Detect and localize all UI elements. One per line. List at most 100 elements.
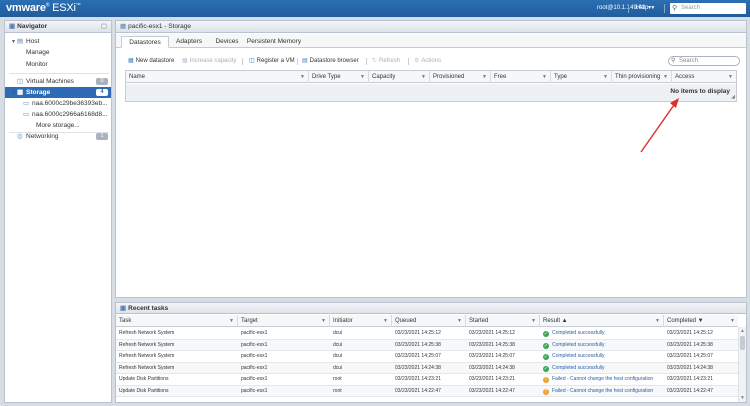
datastore-search-input[interactable]: ⚲ Search <box>668 56 740 66</box>
search-placeholder: Search <box>681 5 701 11</box>
cell-initiator: dcui <box>333 341 343 348</box>
sidebar-item-label: Virtual Machines <box>26 78 74 85</box>
column-header-initiator[interactable]: Initiator ▼ <box>330 315 392 327</box>
sidebar-item-label: Networking <box>26 133 59 140</box>
sidebar-item-label: Manage <box>26 49 50 56</box>
cell-target: pacific-esx1 <box>241 376 268 382</box>
chevron-down-icon[interactable]: ▼ <box>321 315 326 327</box>
new-datastore-button[interactable]: ▦ New datastore <box>128 56 174 66</box>
column-label: Result ▲ <box>543 318 568 324</box>
cell-initiator: dcui <box>333 364 343 371</box>
actions-button[interactable]: ⚙ Actions <box>414 56 441 66</box>
column-header-drive-type[interactable]: Drive Type ▼ <box>309 71 369 83</box>
column-header-task[interactable]: Task ▼ <box>116 315 238 327</box>
chevron-down-icon[interactable]: ▼ <box>482 71 487 83</box>
chevron-down-icon[interactable]: ▼ <box>728 71 733 83</box>
chevron-down-icon[interactable]: ▼ <box>655 315 660 327</box>
top-header: vmware® ESXi™ root@10.1.149.41 ▼ Help ▼ ⚲ S… <box>0 0 750 17</box>
table-row[interactable]: Update Disk Partitions pacific-esx1 root 03… <box>116 385 738 397</box>
sidebar-item-host[interactable]: ▼▤ Host <box>5 36 111 47</box>
button-label: Increase capacity <box>189 58 237 64</box>
cell-queued: 03/23/2021 14:25:07 <box>395 353 441 359</box>
scroll-down-icon[interactable]: ▼ <box>740 395 745 401</box>
storage-panel: ▦ pacific-esx1 - Storage Datastores Adapt… <box>115 20 747 298</box>
column-label: Initiator <box>333 318 353 324</box>
collapse-icon[interactable]: ▢ <box>101 21 107 33</box>
chevron-down-icon[interactable]: ▼ <box>663 71 668 83</box>
column-header-free[interactable]: Free ▼ <box>491 71 551 83</box>
help-menu[interactable]: Help ▼ <box>636 5 655 11</box>
sidebar-item-monitor[interactable]: Monitor <box>5 59 111 70</box>
host-icon: ▤ <box>17 38 24 45</box>
global-search-input[interactable]: ⚲ Search <box>670 3 746 14</box>
cell-completed: 03/23/2021 14:22:47 <box>667 387 713 394</box>
chevron-down-icon[interactable]: ▼ <box>603 71 608 83</box>
chevron-down-icon[interactable]: ▼ <box>300 71 305 83</box>
table-row[interactable]: Refresh Network System pacific-esx1 dcui 03… <box>116 328 738 340</box>
cell-task: Refresh Network System <box>119 364 175 371</box>
column-header-target[interactable]: Target ▼ <box>238 315 330 327</box>
search-placeholder: Search <box>679 58 699 64</box>
column-label: Completed ▼ <box>667 318 704 324</box>
sidebar-item-storage[interactable]: ▼▦ Storage 4 <box>5 87 111 98</box>
tasks-scrollbar[interactable]: ▲ ▼ <box>738 327 746 402</box>
cell-queued: 03/23/2021 14:25:38 <box>395 341 441 348</box>
cell-task: Refresh Network System <box>119 353 175 359</box>
search-icon: ⚲ <box>672 5 678 12</box>
column-header-started[interactable]: Started ▼ <box>466 315 540 327</box>
vmware-esxi-logo[interactable]: vmware® ESXi™ <box>6 2 81 14</box>
column-header-completed[interactable]: Completed ▼ ▼ <box>664 315 738 327</box>
column-header-result[interactable]: Result ▲ ▼ <box>540 315 664 327</box>
success-check-icon: ✓ <box>543 365 549 372</box>
sidebar-item-more-storage[interactable]: More storage... <box>5 120 111 131</box>
logo-product: ® ESXi™ <box>45 2 81 14</box>
scroll-up-icon[interactable]: ▲ <box>740 328 745 334</box>
toolbar: ▦ New datastore ▦ Increase capacity ◫ Regis… <box>116 55 746 67</box>
warning-icon: ! <box>543 388 549 395</box>
search-icon: ⚲ <box>671 58 676 64</box>
chevron-down-icon[interactable]: ▼ <box>542 71 547 83</box>
tab-adapters[interactable]: Adapters <box>169 36 209 48</box>
empty-message: No items to display <box>670 88 730 95</box>
chevron-down-icon[interactable]: ▼ <box>730 315 735 327</box>
table-row[interactable]: Update Disk Partitions pacific-esx1 root 03… <box>116 374 738 386</box>
column-header-type[interactable]: Type ▼ <box>551 71 612 83</box>
datastore-browser-button[interactable]: ▤ Datastore browser <box>302 56 359 66</box>
chevron-down-icon[interactable]: ▼ <box>229 315 234 327</box>
result-text: Completed successfully <box>552 364 605 371</box>
scrollbar-thumb[interactable] <box>740 336 745 350</box>
tab-devices[interactable]: Devices <box>209 36 245 48</box>
sidebar-item-networking[interactable]: ◎ Networking 1 <box>5 131 111 142</box>
table-row[interactable]: Refresh Network System pacific-esx1 dcui 03… <box>116 351 738 363</box>
column-header-thin-provisioning[interactable]: Thin provisioning ▼ <box>612 71 672 83</box>
column-header-name[interactable]: Name ▼ <box>126 71 309 83</box>
increase-capacity-button[interactable]: ▦ Increase capacity <box>182 56 236 66</box>
register-vm-button[interactable]: ◫ Register a VM <box>249 56 295 66</box>
table-row[interactable]: Refresh Network System pacific-esx1 dcui 03… <box>116 339 738 351</box>
chevron-down-icon[interactable]: ▼ <box>383 315 388 327</box>
column-header-provisioned[interactable]: Provisioned ▼ <box>430 71 491 83</box>
toolbar-divider <box>408 58 409 65</box>
chevron-down-icon[interactable]: ▼ <box>421 71 426 83</box>
tab-datastores[interactable]: Datastores <box>121 36 169 48</box>
cell-target: pacific-esx1 <box>241 353 268 359</box>
success-check-icon: ✓ <box>543 354 549 360</box>
chevron-down-icon[interactable]: ▼ <box>360 71 365 83</box>
sidebar-item-disk-1[interactable]: ▭ naa.6000c29be36393eb... <box>5 98 111 109</box>
table-row[interactable]: Refresh Network System pacific-esx1 dcui 03… <box>116 362 738 374</box>
refresh-button[interactable]: ↻ Refresh <box>372 56 400 66</box>
sidebar-item-disk-2[interactable]: ▭ naa.6000c2966a6168d8... <box>5 109 111 120</box>
tab-persistent-memory[interactable]: Persistent Memory <box>245 36 303 48</box>
column-label: Capacity <box>372 74 396 80</box>
chevron-down-icon[interactable]: ▼ <box>531 315 536 327</box>
column-header-access[interactable]: Access ▼ <box>672 71 736 83</box>
cell-initiator: root <box>333 387 342 394</box>
column-header-capacity[interactable]: Capacity ▼ <box>369 71 430 83</box>
sidebar-item-virtual-machines[interactable]: ◫ Virtual Machines 0 <box>5 76 111 87</box>
resize-handle-icon[interactable]: ◢ <box>731 94 735 100</box>
chevron-down-icon[interactable]: ▼ <box>457 315 462 327</box>
column-header-queued[interactable]: Queued ▼ <box>392 315 466 327</box>
sidebar-item-manage[interactable]: Manage <box>5 47 111 58</box>
sidebar-item-label: naa.6000c29be36393eb... <box>32 100 108 107</box>
cell-task: Refresh Network System <box>119 341 175 348</box>
